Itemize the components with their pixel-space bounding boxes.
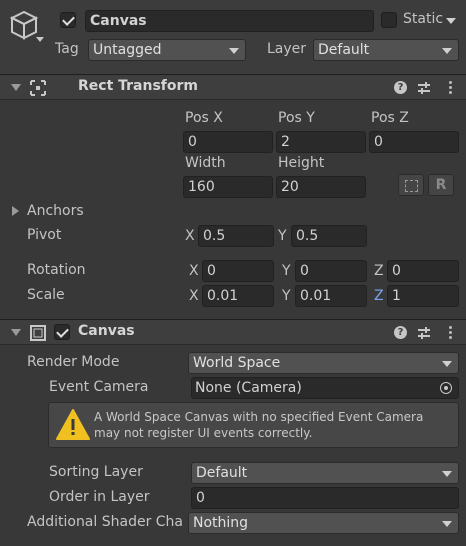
chevron-down-icon	[442, 471, 452, 477]
object-header: Canvas Static Tag Untagged Layer Default	[0, 0, 466, 74]
canvas-component-icon	[30, 325, 46, 341]
rect-transform-icon	[30, 80, 46, 96]
static-checkbox[interactable]	[381, 12, 397, 28]
pos-x-label: Pos X	[185, 110, 223, 126]
render-mode-dropdown[interactable]: World Space	[188, 352, 459, 374]
rotation-z-axis[interactable]: Z	[374, 263, 384, 279]
anchors-foldout-icon[interactable]	[12, 206, 19, 216]
scale-label: Scale	[27, 287, 65, 303]
raw-edit-button[interactable]: R	[428, 174, 454, 196]
additional-shader-label: Additional Shader Cha	[27, 514, 184, 530]
kebab-menu-icon[interactable]	[449, 81, 452, 96]
scale-z-field[interactable]: 1	[387, 285, 459, 307]
canvas-enabled-checkbox[interactable]	[54, 324, 70, 340]
pos-z-field[interactable]: 0	[369, 131, 459, 153]
anchors-label[interactable]: Anchors	[27, 203, 84, 219]
kebab-menu-icon[interactable]	[449, 326, 452, 341]
scale-y-axis[interactable]: Y	[282, 288, 291, 304]
object-name-field[interactable]: Canvas	[85, 10, 374, 32]
warning-icon	[56, 408, 90, 442]
tag-label: Tag	[55, 41, 79, 57]
scale-z-axis[interactable]: Z	[374, 288, 384, 304]
preset-sliders-icon[interactable]	[418, 327, 430, 339]
rect-transform-title: Rect Transform	[78, 78, 199, 94]
rotation-y-axis[interactable]: Y	[282, 263, 291, 279]
blueprint-mode-icon	[405, 180, 418, 192]
preset-sliders-icon[interactable]	[418, 82, 430, 94]
static-label: Static	[403, 11, 444, 27]
checkmark-icon	[56, 325, 69, 338]
layer-label: Layer	[267, 41, 307, 57]
chevron-down-icon	[442, 521, 452, 527]
static-dropdown-arrow[interactable]	[446, 18, 456, 24]
chevron-down-icon	[229, 48, 239, 54]
rotation-y-field[interactable]: 0	[295, 260, 367, 282]
pivot-y-field[interactable]: 0.5	[291, 225, 367, 247]
order-in-layer-label: Order in Layer	[49, 489, 150, 505]
render-mode-value: World Space	[193, 355, 281, 371]
rotation-z-field[interactable]: 0	[387, 260, 459, 282]
canvas-title: Canvas	[78, 323, 135, 339]
scale-y-field[interactable]: 0.01	[295, 285, 367, 307]
chevron-down-icon	[442, 361, 452, 367]
pos-y-label: Pos Y	[278, 110, 315, 126]
canvas-header[interactable]: Canvas ?	[0, 319, 466, 345]
icon-dropdown-arrow[interactable]	[36, 37, 44, 42]
sorting-layer-dropdown[interactable]: Default	[191, 462, 459, 484]
pos-y-field[interactable]: 2	[276, 131, 366, 153]
scale-x-field[interactable]: 0.01	[202, 285, 274, 307]
additional-shader-dropdown[interactable]: Nothing	[188, 512, 459, 534]
event-camera-field[interactable]: None (Camera)	[191, 377, 459, 399]
foldout-arrow-icon[interactable]	[11, 329, 21, 336]
pivot-y-axis[interactable]: Y	[278, 228, 287, 244]
help-icon[interactable]: ?	[394, 81, 407, 94]
checkmark-icon	[62, 13, 75, 26]
rotation-x-axis[interactable]: X	[189, 263, 199, 279]
pivot-x-field[interactable]: 0.5	[198, 225, 274, 247]
object-picker-icon[interactable]	[440, 382, 452, 394]
additional-shader-value: Nothing	[193, 515, 249, 531]
warning-box: A World Space Canvas with no specified E…	[48, 402, 459, 448]
pivot-x-axis[interactable]: X	[185, 228, 195, 244]
height-field[interactable]: 20	[276, 176, 366, 198]
tag-value: Untagged	[93, 42, 162, 58]
warning-text-line2: may not register UI events correctly.	[94, 426, 313, 440]
blueprint-mode-button[interactable]	[398, 174, 424, 196]
sorting-layer-value: Default	[196, 465, 248, 481]
rotation-x-field[interactable]: 0	[202, 260, 274, 282]
layer-value: Default	[318, 42, 370, 58]
warning-text-line1: A World Space Canvas with no specified E…	[94, 410, 424, 424]
pos-x-field[interactable]: 0	[183, 131, 273, 153]
tag-dropdown[interactable]: Untagged	[88, 39, 246, 61]
order-in-layer-field[interactable]: 0	[191, 487, 459, 509]
help-icon[interactable]: ?	[394, 326, 407, 339]
event-camera-value: None (Camera)	[195, 380, 302, 396]
foldout-arrow-icon[interactable]	[11, 84, 21, 91]
active-checkbox[interactable]	[60, 12, 76, 28]
width-label: Width	[185, 155, 226, 171]
rect-transform-header[interactable]: Rect Transform ?	[0, 74, 466, 100]
layer-dropdown[interactable]: Default	[313, 39, 459, 61]
width-field[interactable]: 160	[183, 176, 273, 198]
height-label: Height	[278, 155, 325, 171]
sorting-layer-label: Sorting Layer	[49, 464, 143, 480]
render-mode-label: Render Mode	[27, 354, 120, 370]
rotation-label: Rotation	[27, 262, 86, 278]
chevron-down-icon	[442, 48, 452, 54]
pos-z-label: Pos Z	[371, 110, 409, 126]
scale-x-axis[interactable]: X	[189, 288, 199, 304]
event-camera-label: Event Camera	[49, 379, 149, 395]
pivot-label: Pivot	[27, 227, 62, 243]
